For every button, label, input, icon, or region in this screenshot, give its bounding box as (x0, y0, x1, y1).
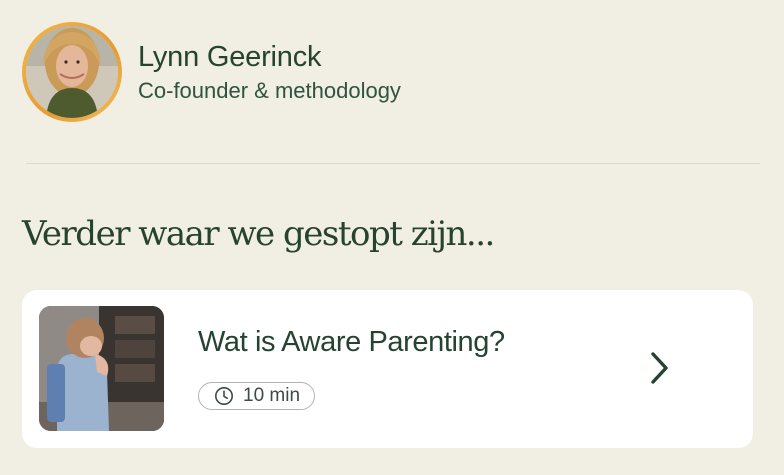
author-name: Lynn Geerinck (138, 40, 322, 73)
author-photo-icon (26, 26, 118, 118)
author-role: Co-founder & methodology (138, 77, 401, 103)
lesson-thumbnail (39, 306, 164, 431)
clock-icon (215, 387, 233, 405)
continue-lesson-card[interactable]: Wat is Aware Parenting? 10 min (22, 290, 753, 448)
author-header: Lynn Geerinck Co-founder & methodology (22, 22, 401, 122)
author-avatar (26, 26, 118, 118)
duration-badge: 10 min (198, 382, 316, 410)
section-title: Verder waar we gestopt zijn... (22, 214, 495, 254)
duration-text: 10 min (243, 385, 301, 406)
section-divider (26, 163, 760, 164)
child-photo-icon (39, 306, 164, 431)
lesson-title[interactable]: Wat is Aware Parenting? (198, 324, 505, 360)
avatar-ring[interactable] (22, 22, 122, 122)
chevron-right-icon[interactable] (645, 349, 675, 387)
